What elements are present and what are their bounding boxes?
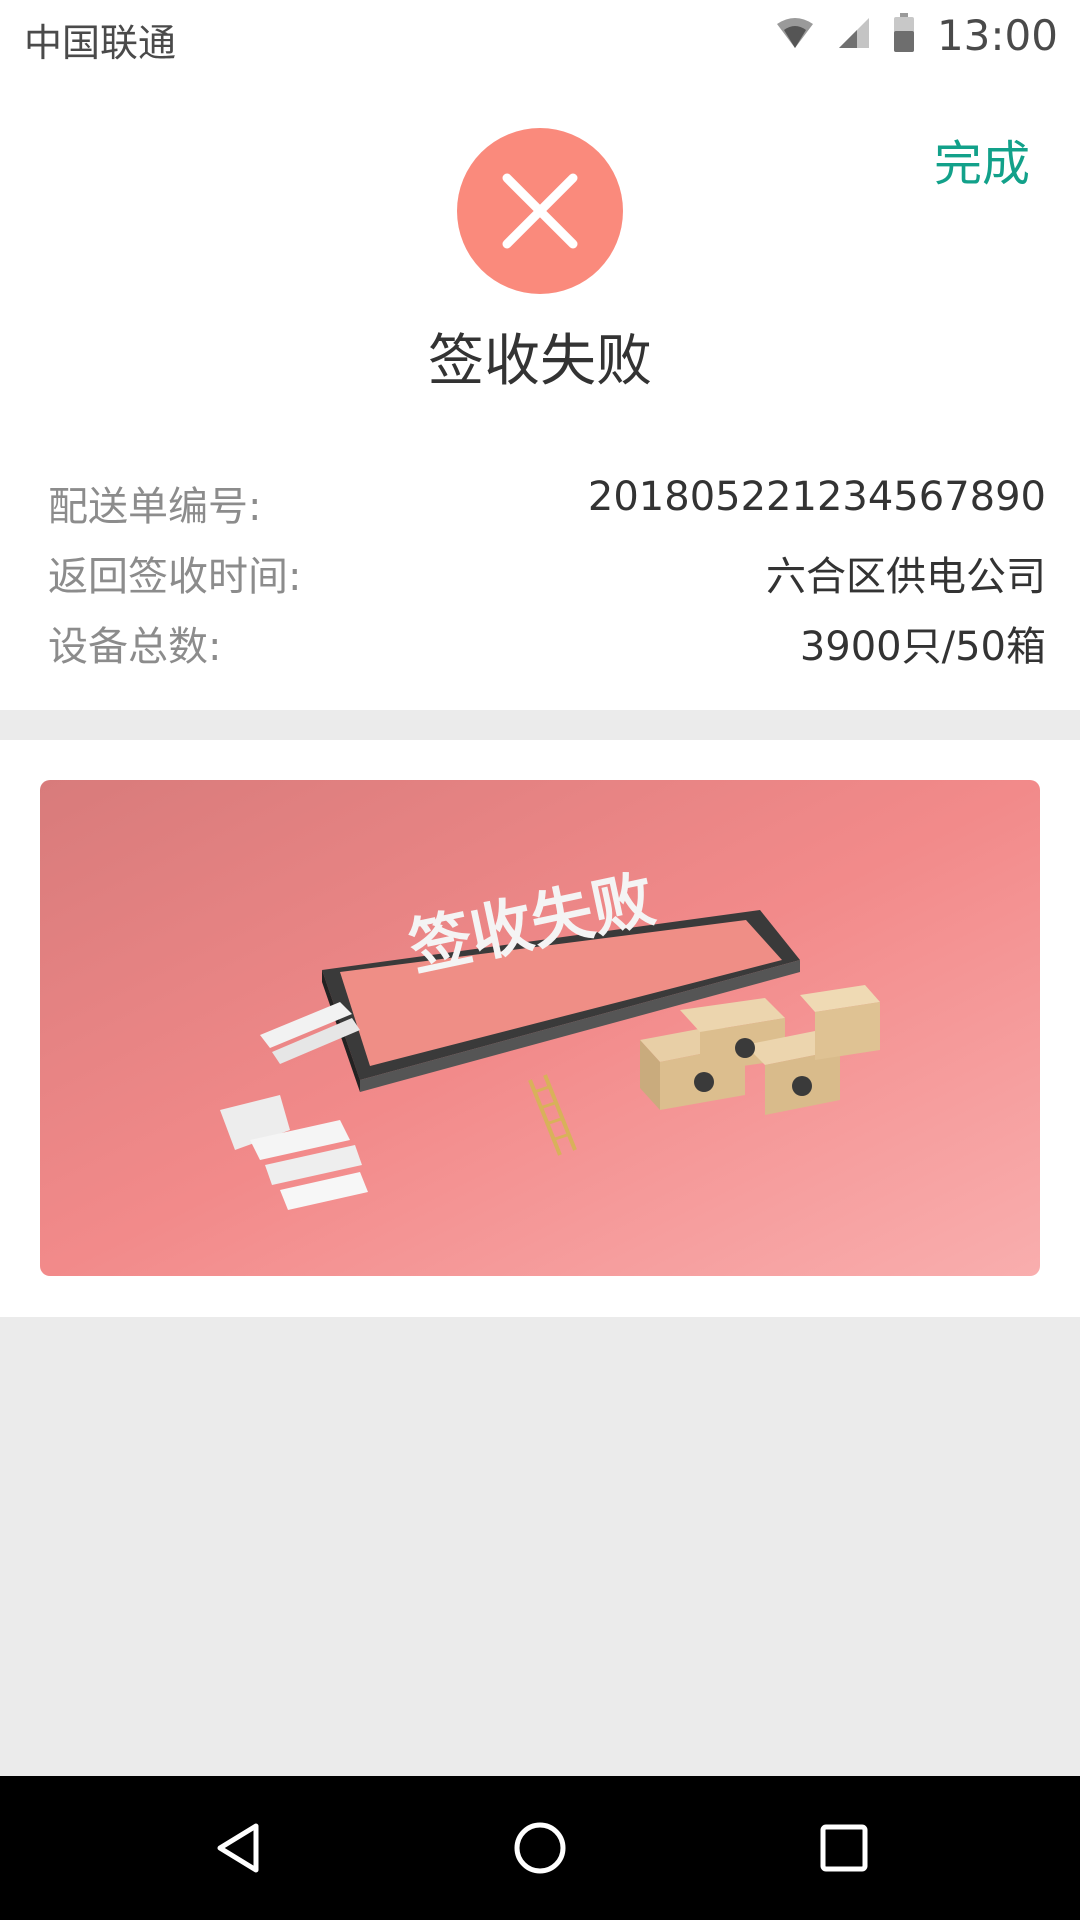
signal-icon xyxy=(837,16,871,54)
navigation-bar xyxy=(0,1776,1080,1920)
carrier-name: 中国联通 xyxy=(24,21,177,65)
info-value: 六合区供电公司 xyxy=(766,554,1046,600)
status-bar: 中国联通 13:00 xyxy=(0,0,1080,70)
screen: 中国联通 13:00 完成 签收失败 配送单编号: 20180522123456… xyxy=(0,0,1080,1920)
info-label: 配送单编号: xyxy=(48,484,262,530)
info-label: 返回签收时间: xyxy=(48,554,302,600)
info-row-device-count: 设备总数: 3900只/50箱 xyxy=(48,614,1046,670)
close-icon xyxy=(502,173,578,249)
result-title: 签收失败 xyxy=(428,329,652,394)
result-card: 完成 签收失败 配送单编号: 201805221234567890 返回签收时间… xyxy=(0,70,1080,710)
battery-icon xyxy=(893,13,915,57)
info-row-order-number: 配送单编号: 201805221234567890 xyxy=(48,474,1046,530)
recents-icon[interactable] xyxy=(814,1818,874,1882)
info-value: 3900只/50箱 xyxy=(799,624,1046,670)
fail-banner-image: 签收失败 xyxy=(40,780,1040,1276)
info-value: 201805221234567890 xyxy=(587,474,1046,520)
back-icon[interactable] xyxy=(210,1818,270,1882)
fail-status-icon xyxy=(457,128,623,294)
banner-card: 签收失败 xyxy=(0,740,1080,1317)
info-row-sign-time: 返回签收时间: 六合区供电公司 xyxy=(48,544,1046,600)
info-label: 设备总数: xyxy=(48,624,222,670)
home-icon[interactable] xyxy=(508,1818,572,1882)
status-icons: 13:00 xyxy=(775,10,1058,60)
status-time: 13:00 xyxy=(936,10,1058,60)
done-button[interactable]: 完成 xyxy=(934,124,1030,194)
wifi-icon xyxy=(775,16,815,54)
